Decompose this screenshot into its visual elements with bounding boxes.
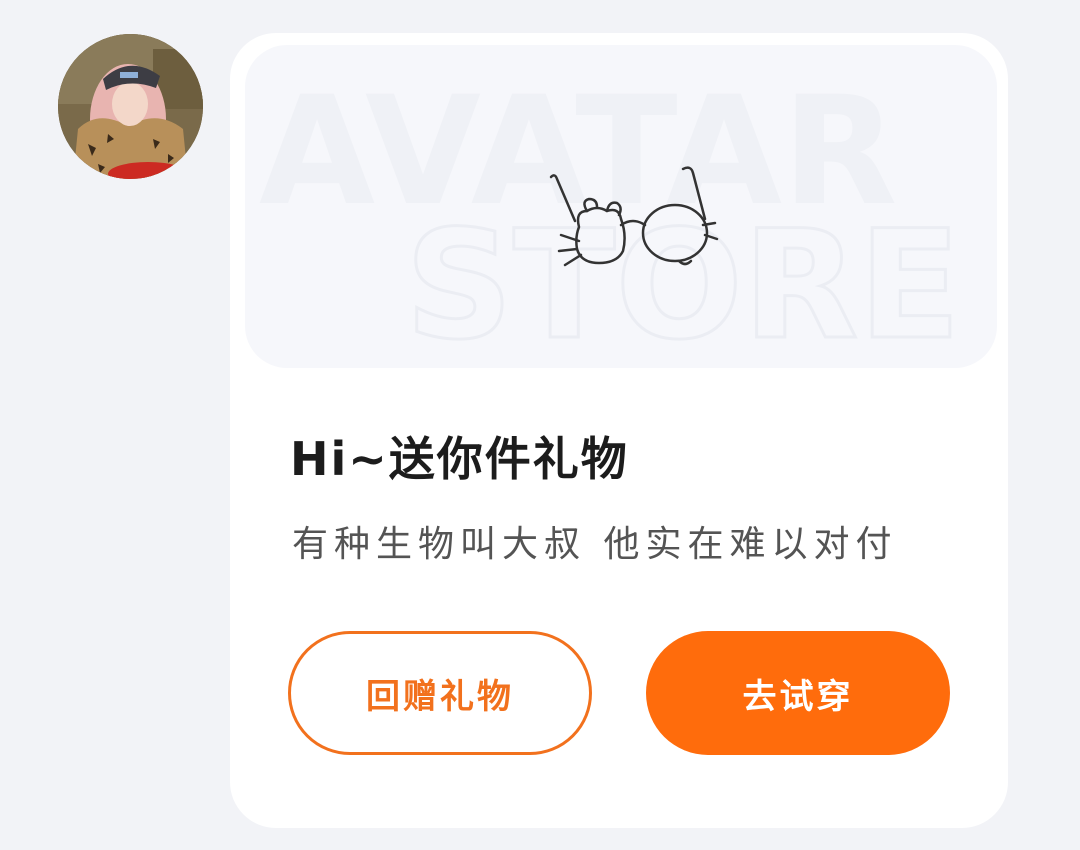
gift-banner: AVATAR STORE <box>245 45 997 368</box>
user-avatar-photo <box>58 34 203 179</box>
return-gift-button[interactable]: 回赠礼物 <box>288 631 592 755</box>
banner-watermark-store: STORE <box>405 199 961 368</box>
gift-title: Hi~送你件礼物 <box>290 432 629 486</box>
sender-avatar[interactable] <box>58 34 203 179</box>
try-on-button[interactable]: 去试穿 <box>646 631 950 755</box>
gift-card: AVATAR STORE Hi~送你件礼物 有种生物叫大叔 他实在难以对付 回赠… <box>230 33 1008 828</box>
gift-message: 有种生物叫大叔 他实在难以对付 <box>292 524 898 565</box>
